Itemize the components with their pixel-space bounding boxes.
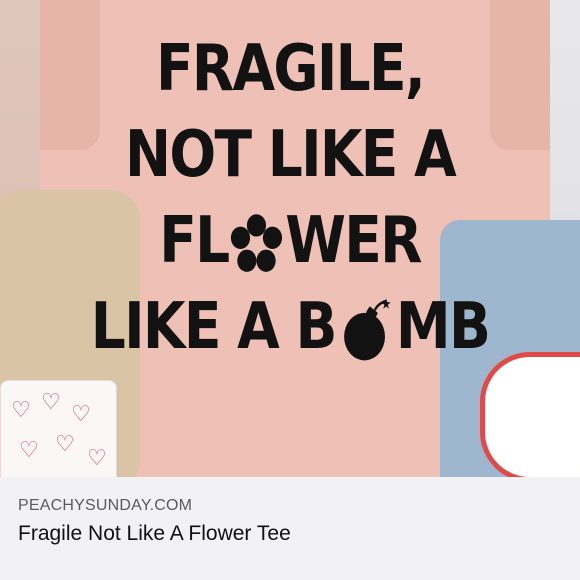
flower-icon	[231, 214, 283, 273]
bomb-icon	[344, 298, 391, 361]
product-card[interactable]: ♡ ♡ ♡ ♡ ♡ ♡ FRAGILE, NOT LIKE A FL WER L…	[0, 0, 580, 580]
print-text: FL	[159, 204, 230, 278]
sneaker	[480, 352, 580, 477]
shirt-print: FRAGILE, NOT LIKE A FL WER LIKE A B MB	[0, 26, 580, 370]
product-image[interactable]: ♡ ♡ ♡ ♡ ♡ ♡ FRAGILE, NOT LIKE A FL WER L…	[0, 0, 580, 477]
print-text: NOT LIKE A	[125, 118, 457, 192]
print-text: WER	[285, 204, 422, 278]
heart-icon: ♡	[55, 431, 75, 456]
link-caption[interactable]: PEACHYSUNDAY.COM Fragile Not Like A Flow…	[0, 477, 580, 580]
print-line-3: FL WER	[41, 198, 540, 284]
heart-icon: ♡	[11, 397, 31, 422]
product-title[interactable]: Fragile Not Like A Flower Tee	[18, 522, 291, 546]
heart-icon: ♡	[41, 389, 61, 414]
heart-icon: ♡	[71, 401, 91, 426]
source-domain[interactable]: PEACHYSUNDAY.COM	[18, 497, 192, 515]
heart-icon: ♡	[87, 445, 107, 470]
print-line-1: FRAGILE,	[41, 26, 540, 112]
heart-icon: ♡	[19, 437, 39, 462]
print-text: MB	[395, 290, 491, 364]
mug: ♡ ♡ ♡ ♡ ♡ ♡	[0, 380, 117, 477]
print-line-4: LIKE A B MB	[41, 284, 540, 370]
print-line-2: NOT LIKE A	[41, 112, 540, 198]
print-text: FRAGILE,	[155, 32, 426, 106]
print-text: LIKE A B	[90, 290, 338, 364]
